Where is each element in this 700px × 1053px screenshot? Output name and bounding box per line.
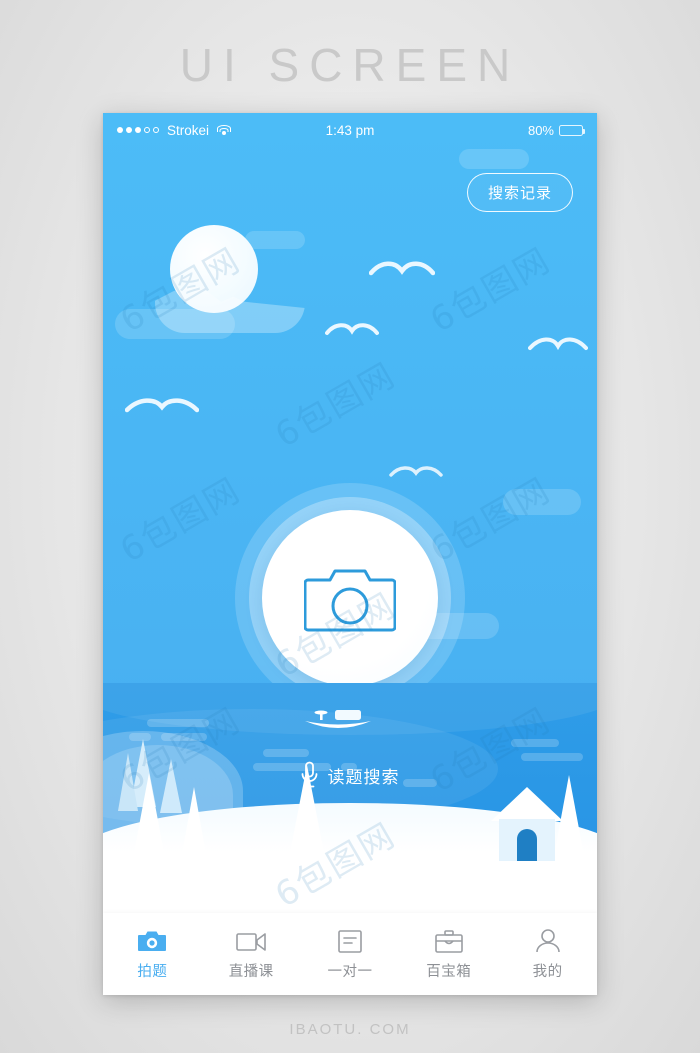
boat-icon (301, 707, 375, 738)
camera-capture-button[interactable] (262, 510, 438, 686)
video-icon (236, 927, 266, 953)
cloud-bar (521, 753, 583, 761)
person-icon (535, 927, 561, 953)
status-bar: Strokei 1:43 pm 80% (103, 113, 597, 147)
cloud-bar (263, 749, 309, 757)
tab-treasure-box[interactable]: 百宝箱 (399, 927, 498, 981)
cloud-shape (245, 231, 305, 249)
status-bar-time: 1:43 pm (325, 122, 375, 138)
bird-icon (528, 335, 588, 353)
bird-icon (125, 395, 199, 415)
cloud-bar (161, 733, 207, 741)
camera-icon (304, 569, 396, 632)
voice-search-button[interactable]: 读题搜索 (301, 761, 400, 789)
landscape-scene (103, 683, 597, 913)
briefcase-icon (434, 927, 463, 953)
tab-label: 我的 (532, 964, 563, 980)
camera-capture-area (235, 483, 465, 713)
tab-camera-search[interactable]: 拍题 (103, 927, 202, 981)
tab-label: 一对一 (327, 964, 373, 980)
tab-bar: 拍题 直播课 一对一 百宝箱 我的 (103, 913, 597, 995)
cloud-bar (511, 739, 559, 747)
search-history-button[interactable]: 搜索记录 (466, 173, 573, 212)
status-bar-right: 80% (527, 122, 585, 138)
cloud-shape (503, 489, 581, 515)
cloud-bar (403, 779, 437, 787)
document-icon (338, 927, 362, 953)
page-title: UI SCREEN (179, 39, 521, 91)
battery-icon (559, 124, 585, 136)
tab-label: 百宝箱 (426, 964, 472, 980)
tab-profile[interactable]: 我的 (498, 927, 597, 981)
cloud-shape (459, 149, 529, 169)
bird-icon (325, 321, 379, 338)
bird-icon (369, 259, 435, 279)
tab-one-on-one[interactable]: 一对一 (301, 927, 400, 981)
battery-percent: 80% (527, 122, 554, 138)
tab-label: 直播课 (228, 964, 274, 980)
tab-label: 拍题 (137, 964, 168, 980)
bird-icon (389, 463, 443, 479)
phone-screen: Strokei 1:43 pm 80% 搜索记录 读题搜索 拍题 直播课 一对一… (103, 113, 597, 995)
camera-icon (138, 927, 167, 953)
tab-live-class[interactable]: 直播课 (202, 927, 301, 981)
microphone-icon (301, 761, 318, 788)
house-icon (489, 785, 565, 868)
page-footer: IBAOTU. COM (289, 1021, 411, 1038)
voice-search-label: 读题搜索 (327, 767, 400, 787)
cloud-bar (147, 719, 209, 727)
